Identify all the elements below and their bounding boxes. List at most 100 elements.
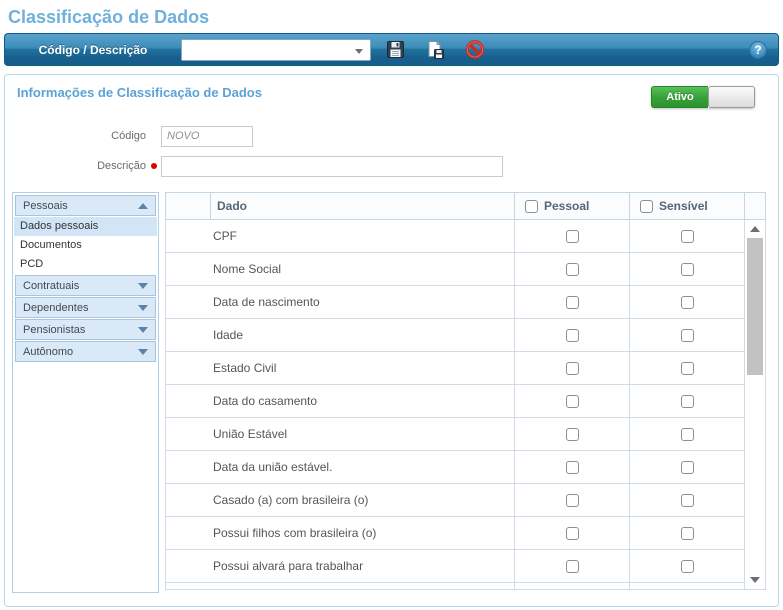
sensivel-checkbox[interactable] bbox=[681, 362, 694, 375]
dado-cell: Nome Social bbox=[166, 253, 515, 286]
tree-group-pessoais[interactable]: Pessoais bbox=[15, 195, 156, 216]
pessoal-cell bbox=[515, 550, 630, 583]
pessoal-checkbox[interactable] bbox=[566, 527, 579, 540]
pessoal-cell bbox=[515, 583, 630, 590]
dado-column-header: Dado bbox=[211, 193, 515, 220]
active-toggle-label: Ativo bbox=[651, 86, 708, 108]
pessoal-checkbox[interactable] bbox=[566, 230, 579, 243]
sensivel-checkbox[interactable] bbox=[681, 527, 694, 540]
page-title: Classificação de Dados bbox=[8, 7, 775, 28]
active-toggle-knob[interactable] bbox=[708, 86, 755, 108]
sensivel-checkbox[interactable] bbox=[681, 395, 694, 408]
pessoal-cell bbox=[515, 484, 630, 517]
data-table-container: Dado Pessoal Sensível CPF bbox=[165, 192, 766, 593]
form-fields: Código Descrição bbox=[5, 125, 778, 177]
scrollbar-header-corner bbox=[745, 193, 766, 220]
dado-cell: Data do casamento bbox=[166, 385, 515, 418]
category-tree: Pessoais Dados pessoais Documentos PCD C… bbox=[12, 192, 159, 593]
tree-group-pensionistas[interactable]: Pensionistas bbox=[15, 319, 156, 340]
tree-item-pcd[interactable]: PCD bbox=[14, 255, 157, 274]
sensivel-checkbox[interactable] bbox=[681, 263, 694, 276]
pessoal-cell bbox=[515, 220, 630, 253]
help-button[interactable]: ? bbox=[749, 41, 767, 59]
sensivel-checkbox[interactable] bbox=[681, 560, 694, 573]
sensivel-checkbox[interactable] bbox=[681, 494, 694, 507]
save-new-button[interactable] bbox=[425, 40, 445, 60]
active-toggle[interactable]: Ativo bbox=[651, 86, 755, 108]
sensivel-cell bbox=[630, 319, 745, 352]
pessoal-cell bbox=[515, 385, 630, 418]
sensivel-cell bbox=[630, 451, 745, 484]
scroll-down-icon[interactable] bbox=[750, 577, 760, 583]
pessoal-cell bbox=[515, 517, 630, 550]
chevron-down-icon bbox=[138, 283, 148, 289]
scroll-up-icon[interactable] bbox=[750, 226, 760, 232]
record-combobox-input[interactable] bbox=[182, 40, 344, 60]
scrollbar-thumb[interactable] bbox=[747, 238, 763, 375]
required-dot-icon bbox=[151, 163, 157, 169]
chevron-up-icon bbox=[138, 203, 148, 209]
record-combobox[interactable] bbox=[181, 39, 371, 61]
pessoal-checkbox[interactable] bbox=[566, 461, 579, 474]
table-row: CPF bbox=[166, 220, 766, 253]
table-row: Idade bbox=[166, 319, 766, 352]
sensivel-checkbox[interactable] bbox=[681, 296, 694, 309]
content-row: Pessoais Dados pessoais Documentos PCD C… bbox=[12, 192, 766, 593]
codigo-input[interactable] bbox=[161, 126, 253, 147]
table-row: Data do casamento bbox=[166, 385, 766, 418]
table-row: Casado (a) com brasileira (o) bbox=[166, 484, 766, 517]
table-row: Estado Civil bbox=[166, 352, 766, 385]
tree-group-label: Pessoais bbox=[23, 200, 68, 212]
sensivel-checkbox[interactable] bbox=[681, 329, 694, 342]
codigo-field-row: Código bbox=[5, 125, 778, 147]
table-row: Data da união estável. bbox=[166, 451, 766, 484]
save-button[interactable] bbox=[385, 40, 405, 60]
toolbar: Código / Descrição ? bbox=[4, 33, 779, 66]
pessoal-cell bbox=[515, 319, 630, 352]
dado-cell: Data de nascimento bbox=[166, 286, 515, 319]
pessoal-checkbox[interactable] bbox=[566, 329, 579, 342]
table-row: União Estável bbox=[166, 418, 766, 451]
tree-group-label: Autônomo bbox=[23, 346, 73, 358]
cancel-button[interactable] bbox=[465, 40, 485, 60]
table-header-row: Dado Pessoal Sensível bbox=[166, 193, 766, 220]
pessoal-cell bbox=[515, 286, 630, 319]
main-panel: Informações de Classificação de Dados At… bbox=[4, 74, 779, 607]
tree-item-documentos[interactable]: Documentos bbox=[14, 236, 157, 255]
pessoal-column-label: Pessoal bbox=[544, 199, 589, 213]
table-row-partial bbox=[166, 583, 766, 590]
tree-group-label: Pensionistas bbox=[23, 324, 85, 336]
chevron-down-icon[interactable] bbox=[355, 49, 363, 54]
dado-cell: Possui alvará para trabalhar bbox=[166, 550, 515, 583]
codigo-label: Código bbox=[5, 130, 146, 142]
pessoal-checkbox[interactable] bbox=[566, 296, 579, 309]
pessoal-checkbox[interactable] bbox=[566, 428, 579, 441]
dado-cell: Casado (a) com brasileira (o) bbox=[166, 484, 515, 517]
pessoal-cell bbox=[515, 253, 630, 286]
sensivel-checkbox[interactable] bbox=[681, 461, 694, 474]
chevron-down-icon bbox=[138, 327, 148, 333]
sensivel-cell bbox=[630, 550, 745, 583]
tree-group-label: Contratuais bbox=[23, 280, 79, 292]
sensivel-cell bbox=[630, 385, 745, 418]
pessoal-checkbox[interactable] bbox=[566, 494, 579, 507]
pessoal-select-all-checkbox[interactable] bbox=[525, 200, 538, 213]
tree-item-dados-pessoais[interactable]: Dados pessoais bbox=[14, 217, 157, 236]
tree-group-autonomo[interactable]: Autônomo bbox=[15, 341, 156, 362]
sensivel-checkbox[interactable] bbox=[681, 230, 694, 243]
pessoal-checkbox[interactable] bbox=[566, 395, 579, 408]
tree-group-contratuais[interactable]: Contratuais bbox=[15, 275, 156, 296]
pessoal-checkbox[interactable] bbox=[566, 263, 579, 276]
sensivel-cell bbox=[630, 253, 745, 286]
tree-group-dependentes[interactable]: Dependentes bbox=[15, 297, 156, 318]
pessoal-checkbox[interactable] bbox=[566, 560, 579, 573]
table-scrollbar[interactable] bbox=[745, 220, 766, 590]
table-row: Data de nascimento bbox=[166, 286, 766, 319]
descricao-input[interactable] bbox=[161, 156, 503, 177]
sensivel-checkbox[interactable] bbox=[681, 428, 694, 441]
dado-cell: Idade bbox=[166, 319, 515, 352]
row-handle-header bbox=[166, 193, 211, 220]
pessoal-checkbox[interactable] bbox=[566, 362, 579, 375]
sensivel-select-all-checkbox[interactable] bbox=[640, 200, 653, 213]
sensivel-column-label: Sensível bbox=[659, 199, 708, 213]
